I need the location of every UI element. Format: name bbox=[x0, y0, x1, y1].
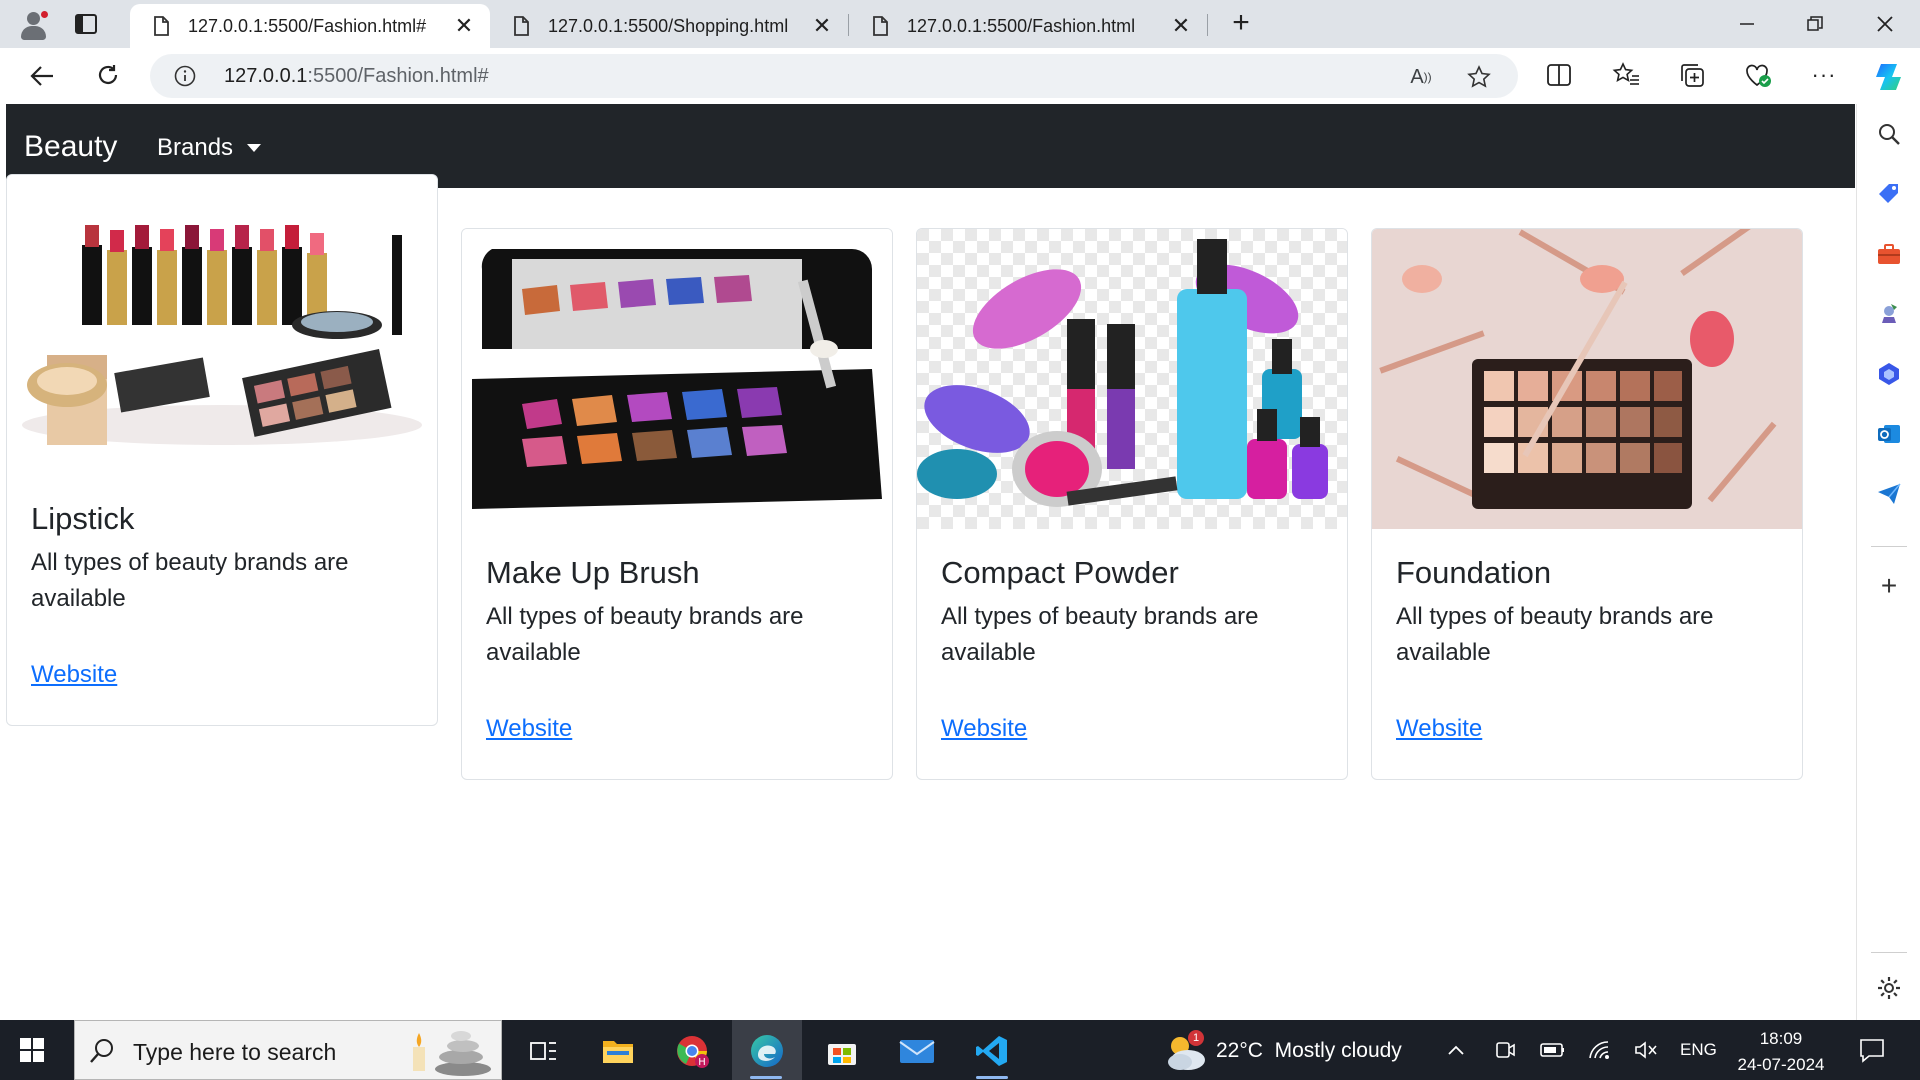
outlook-icon[interactable] bbox=[1875, 420, 1903, 448]
input-language[interactable]: ENG bbox=[1680, 1040, 1717, 1060]
tab-fashion[interactable]: 127.0.0.1:5500/Fashion.html ✕ bbox=[849, 4, 1207, 48]
notifications-icon[interactable] bbox=[1858, 1036, 1886, 1064]
search-placeholder: Type here to search bbox=[133, 1039, 337, 1065]
compact-powder-image bbox=[917, 229, 1347, 529]
card-text: All types of beauty brands are available bbox=[486, 603, 804, 666]
page-viewport: Beauty Brands Lipstick All types of beau… bbox=[6, 104, 1855, 1016]
shopping-tag-icon[interactable] bbox=[1875, 180, 1903, 208]
wifi-icon[interactable] bbox=[1588, 1038, 1612, 1062]
new-tab-button[interactable]: + bbox=[1227, 8, 1255, 38]
close-window-button[interactable] bbox=[1852, 6, 1918, 42]
tab-separator bbox=[1207, 14, 1208, 36]
minimize-button[interactable] bbox=[1714, 6, 1780, 42]
clock-time: 18:09 bbox=[1759, 1029, 1803, 1048]
product-card-foundation: Foundation All types of beauty brands ar… bbox=[1371, 228, 1803, 780]
close-tab-icon[interactable]: ✕ bbox=[810, 13, 834, 38]
windows-taskbar: Type here to search H 1 22°C Mostly clou… bbox=[0, 1020, 1920, 1080]
foundation-image bbox=[1372, 229, 1802, 529]
chrome-icon[interactable]: H bbox=[671, 1030, 713, 1072]
sidebar-divider bbox=[1871, 546, 1907, 547]
task-view-icon[interactable] bbox=[522, 1030, 564, 1072]
card-text: All types of beauty brands are available bbox=[1396, 603, 1714, 666]
product-card-lipstick: Lipstick All types of beauty brands are … bbox=[6, 174, 438, 726]
volume-muted-icon[interactable] bbox=[1634, 1038, 1658, 1062]
gear-icon[interactable] bbox=[1875, 974, 1903, 1002]
meet-now-icon[interactable] bbox=[1493, 1038, 1517, 1062]
website-link[interactable]: Website bbox=[941, 715, 1027, 743]
send-icon[interactable] bbox=[1875, 480, 1903, 508]
brands-dropdown-label: Brands bbox=[157, 134, 234, 161]
microsoft-365-icon[interactable] bbox=[1875, 360, 1903, 388]
lipstick-image bbox=[7, 175, 437, 475]
browser-essentials-icon[interactable] bbox=[1743, 60, 1773, 90]
product-card-makeup-brush: Make Up Brush All types of beauty brands… bbox=[461, 228, 893, 780]
card-title: Foundation bbox=[1396, 555, 1552, 590]
vscode-icon[interactable] bbox=[971, 1030, 1013, 1072]
tab-title: 127.0.0.1:5500/Fashion.html# bbox=[188, 15, 427, 36]
copilot-icon[interactable] bbox=[1871, 60, 1905, 94]
back-button[interactable] bbox=[26, 60, 58, 92]
caret-down-icon bbox=[247, 144, 262, 152]
microsoft-store-icon[interactable] bbox=[821, 1030, 863, 1072]
search-icon[interactable] bbox=[1875, 120, 1903, 148]
windows-start-icon[interactable] bbox=[20, 1038, 44, 1062]
card-title: Lipstick bbox=[31, 501, 135, 536]
read-aloud-icon[interactable]: A)) bbox=[1408, 64, 1434, 90]
browser-tab-strip: 127.0.0.1:5500/Fashion.html# ✕ 127.0.0.1… bbox=[0, 0, 1920, 48]
card-text: All types of beauty brands are available bbox=[31, 549, 349, 612]
mail-icon[interactable] bbox=[896, 1030, 938, 1072]
system-clock[interactable]: 18:09 24-07-2024 bbox=[1735, 1026, 1827, 1078]
svg-text:H: H bbox=[698, 1057, 706, 1068]
tab-shopping[interactable]: 127.0.0.1:5500/Shopping.html ✕ bbox=[490, 4, 848, 48]
website-link[interactable]: Website bbox=[31, 661, 117, 689]
brands-dropdown[interactable]: Brands bbox=[157, 134, 262, 162]
running-indicator bbox=[976, 1076, 1008, 1079]
search-highlight-art-icon bbox=[413, 1031, 491, 1076]
page-icon bbox=[154, 16, 169, 36]
card-text: All types of beauty brands are available bbox=[941, 603, 1259, 666]
address-bar[interactable]: 127.0.0.1:5500/Fashion.html# A)) bbox=[150, 54, 1518, 98]
page-icon bbox=[873, 16, 888, 36]
product-card-compact-powder: Compact Powder All types of beauty brand… bbox=[916, 228, 1348, 780]
close-tab-icon[interactable]: ✕ bbox=[1169, 13, 1193, 38]
url-text[interactable]: 127.0.0.1:5500/Fashion.html# bbox=[224, 65, 489, 88]
refresh-button[interactable] bbox=[92, 60, 124, 92]
taskbar-search-box[interactable]: Type here to search bbox=[74, 1020, 502, 1080]
edge-icon[interactable] bbox=[746, 1030, 788, 1072]
close-tab-icon[interactable]: ✕ bbox=[452, 13, 476, 38]
profile-avatar-icon[interactable] bbox=[16, 8, 50, 42]
browser-toolbar: 127.0.0.1:5500/Fashion.html# A)) ··· bbox=[0, 48, 1920, 104]
add-sidebar-app-icon[interactable]: + bbox=[1875, 570, 1903, 601]
restore-button[interactable] bbox=[1782, 6, 1848, 42]
card-title: Compact Powder bbox=[941, 555, 1179, 590]
favorites-icon[interactable] bbox=[1611, 60, 1641, 90]
tab-title: 127.0.0.1:5500/Fashion.html bbox=[907, 15, 1136, 36]
battery-icon[interactable] bbox=[1540, 1038, 1564, 1062]
weather-alert-badge: 1 bbox=[1188, 1030, 1204, 1046]
makeup-brush-image bbox=[462, 229, 892, 529]
sidebar-divider bbox=[1871, 952, 1907, 953]
website-link[interactable]: Website bbox=[486, 715, 572, 743]
collections-icon[interactable] bbox=[1677, 60, 1707, 90]
page-icon bbox=[514, 16, 529, 36]
search-icon bbox=[90, 1039, 113, 1063]
show-hidden-icons-icon[interactable] bbox=[1444, 1038, 1468, 1062]
browser-sidebar: + bbox=[1856, 104, 1920, 1020]
tools-briefcase-icon[interactable] bbox=[1875, 240, 1903, 268]
clock-date: 24-07-2024 bbox=[1737, 1055, 1825, 1074]
more-options-icon[interactable]: ··· bbox=[1809, 60, 1839, 90]
active-indicator bbox=[750, 1076, 782, 1079]
navbar-brand[interactable]: Beauty bbox=[24, 130, 117, 164]
website-link[interactable]: Website bbox=[1396, 715, 1482, 743]
tab-fashion-active[interactable]: 127.0.0.1:5500/Fashion.html# ✕ bbox=[130, 4, 490, 48]
split-screen-icon[interactable] bbox=[1544, 60, 1574, 90]
tab-title: 127.0.0.1:5500/Shopping.html bbox=[548, 15, 789, 36]
site-info-icon[interactable] bbox=[174, 65, 196, 87]
card-title: Make Up Brush bbox=[486, 555, 700, 590]
games-icon[interactable] bbox=[1875, 300, 1903, 328]
tab-actions-icon[interactable] bbox=[74, 12, 98, 36]
favorite-star-icon[interactable] bbox=[1466, 64, 1492, 90]
weather-summary[interactable]: 22°C Mostly cloudy bbox=[1216, 1039, 1402, 1063]
file-explorer-icon[interactable] bbox=[597, 1030, 639, 1072]
